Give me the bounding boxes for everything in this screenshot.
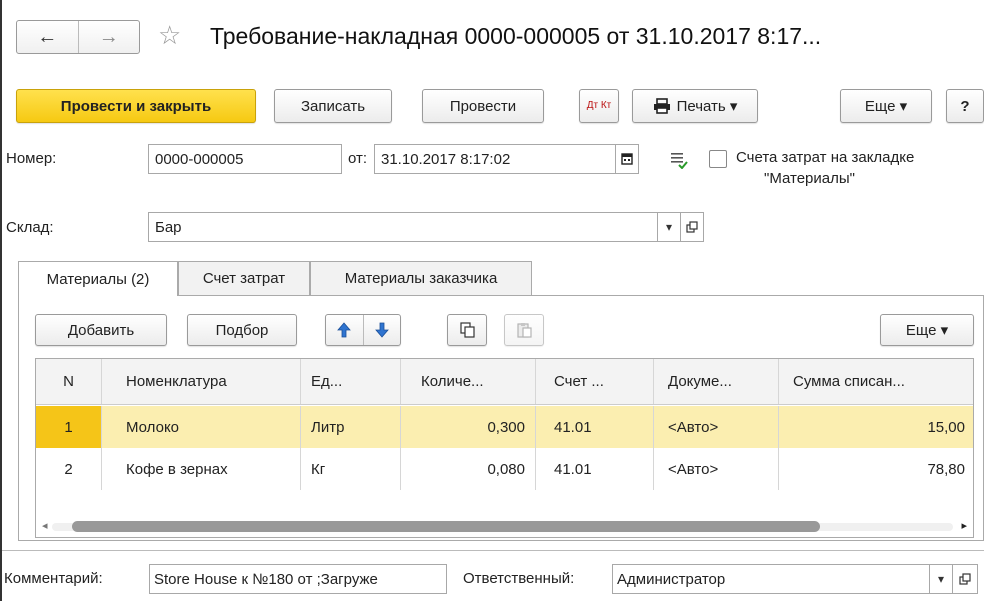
post-button[interactable]: Провести — [422, 89, 544, 123]
document-window: ← → ☆ Требование-накладная 0000-000005 о… — [0, 0, 984, 601]
open-window-icon — [959, 573, 971, 585]
printer-icon — [653, 98, 670, 114]
row-document: <Авто> — [654, 406, 779, 448]
table-row[interactable]: 1 Молоко Литр 0,300 41.01 <Авто> 15,00 — [36, 406, 973, 448]
row-nomenclature: Молоко — [102, 406, 301, 448]
cost-accounts-checkbox[interactable] — [709, 150, 727, 168]
responsible-open-button[interactable] — [952, 564, 978, 594]
row-unit: Кг — [301, 448, 401, 490]
row-document: <Авто> — [654, 448, 779, 490]
table-header: N Номенклатура Ед... Количе... Счет ... … — [36, 359, 973, 405]
footer-divider — [2, 550, 984, 551]
more-button[interactable]: Еще ▾ — [840, 89, 932, 123]
column-header-document[interactable]: Докуме... — [654, 359, 779, 404]
back-button[interactable]: ← — [17, 21, 78, 53]
arrow-up-icon — [337, 322, 352, 338]
date-field[interactable]: 31.10.2017 8:17:02 — [374, 144, 616, 174]
move-up-button[interactable] — [326, 315, 364, 345]
cost-accounts-label-1: Счета затрат на закладке — [736, 149, 915, 166]
comment-label: Комментарий: — [4, 570, 103, 587]
number-label: Номер: — [6, 150, 57, 167]
scroll-right-icon[interactable]: ▸ — [961, 519, 967, 532]
warehouse-open-button[interactable] — [680, 212, 704, 242]
row-amount: 78,80 — [927, 460, 965, 478]
row-account: 41.01 — [536, 448, 654, 490]
paste-button[interactable] — [504, 314, 544, 346]
dtkt-icon: Дт Кт — [586, 100, 612, 111]
responsible-field[interactable]: Администратор — [612, 564, 930, 594]
tab-cost-account[interactable]: Счет затрат — [178, 261, 310, 295]
materials-table: N Номенклатура Ед... Количе... Счет ... … — [35, 358, 974, 538]
row-amount: 15,00 — [927, 418, 965, 436]
date-label: от: — [348, 150, 368, 167]
column-header-amount[interactable]: Сумма списан... — [779, 359, 973, 404]
tab-materials[interactable]: Материалы (2) — [18, 261, 178, 296]
pick-button[interactable]: Подбор — [187, 314, 297, 346]
row-nomenclature: Кофе в зернах — [102, 448, 301, 490]
chevron-down-icon: ▾ — [665, 220, 673, 234]
help-button[interactable]: ? — [946, 89, 984, 123]
table-more-button[interactable]: Еще ▾ — [880, 314, 974, 346]
tab-customer-materials[interactable]: Материалы заказчика — [310, 261, 532, 295]
cost-accounts-label-2: "Материалы" — [764, 170, 855, 187]
forward-button[interactable]: → — [77, 21, 140, 53]
dtkt-button[interactable]: Дт Кт — [579, 89, 619, 123]
horizontal-scrollbar[interactable]: ◂ ▸ — [36, 515, 973, 537]
row-number: 1 — [36, 406, 102, 448]
move-down-button[interactable] — [364, 315, 401, 345]
scroll-thumb[interactable] — [72, 521, 820, 532]
document-check-icon[interactable] — [670, 151, 688, 173]
arrow-down-icon — [374, 322, 389, 338]
warehouse-dropdown-button[interactable]: ▾ — [657, 212, 681, 242]
row-quantity: 0,300 — [401, 406, 536, 448]
number-field[interactable]: 0000-000005 — [148, 144, 342, 174]
calendar-button[interactable] — [615, 144, 639, 174]
copy-button[interactable] — [447, 314, 487, 346]
warehouse-label: Склад: — [6, 219, 54, 236]
comment-field[interactable]: Store House к №180 от ;Загруже — [149, 564, 447, 594]
calendar-icon — [621, 153, 633, 165]
page-title: Требование-накладная 0000-000005 от 31.1… — [210, 23, 822, 49]
column-header-n[interactable]: N — [36, 359, 102, 404]
print-button[interactable]: Печать ▾ — [632, 89, 758, 123]
responsible-label: Ответственный: — [463, 570, 575, 587]
row-account: 41.01 — [536, 406, 654, 448]
print-label: Печать ▾ — [676, 98, 738, 115]
move-buttons — [325, 314, 401, 346]
column-header-quantity[interactable]: Количе... — [401, 359, 536, 404]
warehouse-field[interactable]: Бар — [148, 212, 658, 242]
open-window-icon — [686, 221, 698, 233]
scroll-left-icon[interactable]: ◂ — [42, 519, 48, 532]
column-header-account[interactable]: Счет ... — [536, 359, 654, 404]
save-button[interactable]: Записать — [274, 89, 392, 123]
add-button[interactable]: Добавить — [35, 314, 167, 346]
table-row[interactable]: 2 Кофе в зернах Кг 0,080 41.01 <Авто> 78… — [36, 448, 973, 490]
row-unit: Литр — [301, 406, 401, 448]
row-quantity: 0,080 — [401, 448, 536, 490]
nav-buttons: ← → — [16, 20, 140, 54]
row-number: 2 — [36, 448, 102, 490]
chevron-down-icon: ▾ — [937, 572, 945, 586]
paste-icon — [517, 323, 532, 338]
favorite-star-icon[interactable]: ☆ — [158, 20, 181, 51]
responsible-dropdown-button[interactable]: ▾ — [929, 564, 953, 594]
column-header-unit[interactable]: Ед... — [301, 359, 401, 404]
copy-icon — [460, 322, 475, 338]
column-header-nomenclature[interactable]: Номенклатура — [102, 359, 301, 404]
post-and-close-button[interactable]: Провести и закрыть — [16, 89, 256, 123]
